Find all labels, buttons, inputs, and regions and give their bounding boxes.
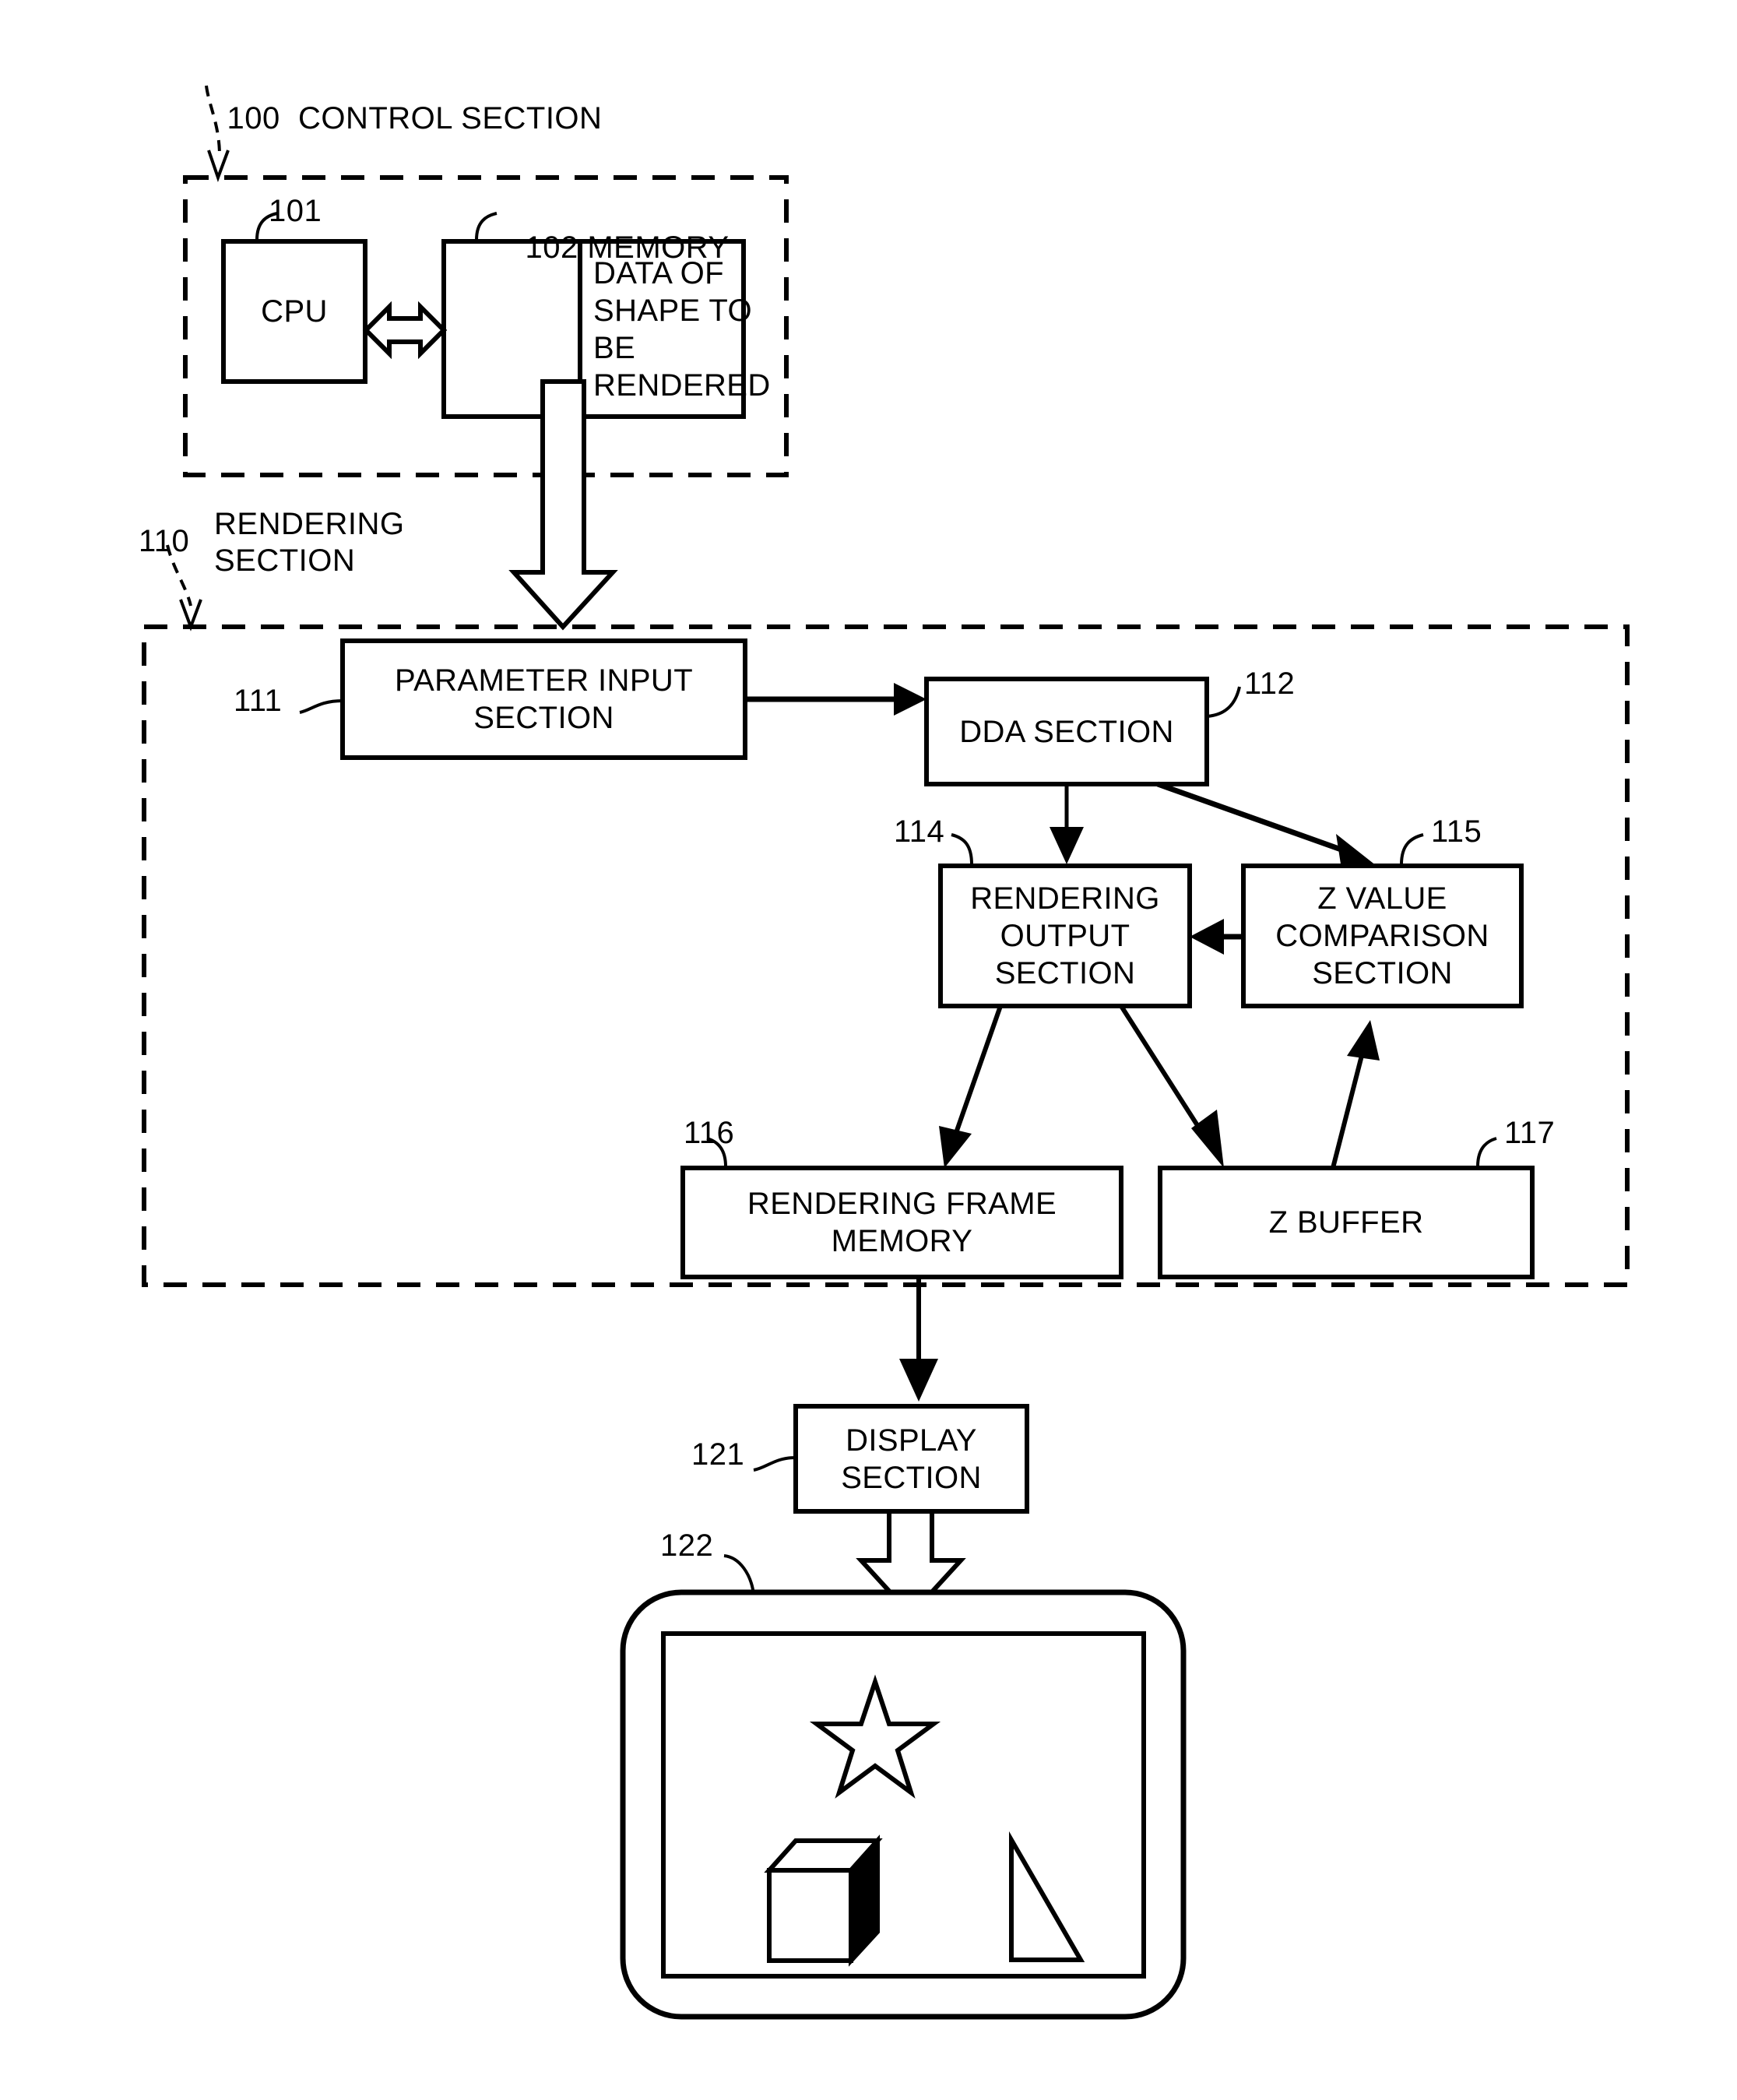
display-section-ref-number: 121 <box>691 1437 745 1472</box>
zbuffer-to-zvalue-arrowhead <box>1347 1020 1380 1061</box>
monitor-screen <box>661 1631 1146 1979</box>
z-buffer-ref-number: 117 <box>1504 1116 1556 1150</box>
dda-section-label: DDA SECTION <box>959 714 1174 749</box>
leader-line-121 <box>753 1456 796 1472</box>
rendering-frame-memory-ref-number: 116 <box>684 1116 735 1150</box>
leader-line-111 <box>299 699 343 714</box>
rendering-output-section-label: RENDERING OUTPUT SECTION <box>970 881 1160 990</box>
rendering-output-to-zbuffer-arrowhead <box>1191 1110 1224 1168</box>
parameter-input-section-label: PARAMETER INPUT SECTION <box>394 663 694 735</box>
leader-line-122 <box>723 1554 755 1595</box>
dda-ref-number: 112 <box>1244 667 1296 701</box>
cube-icon <box>764 1834 883 1967</box>
rendering-section-ref-number: 110 <box>139 524 190 558</box>
leader-line-117 <box>1476 1137 1497 1167</box>
memory-ref-number: 102 <box>525 230 578 266</box>
display-section-label: DISPLAY SECTION <box>841 1423 982 1495</box>
control-section-label: CONTROL SECTION <box>297 101 603 136</box>
zvalue-to-rendering-output-arrowhead <box>1190 919 1224 955</box>
rendering-section-label: RENDERING SECTION <box>214 507 405 579</box>
rendering-output-ref-number: 114 <box>894 814 945 849</box>
control-section-annotation: 100 CONTROL SECTION <box>191 64 602 174</box>
control-section-ref: 100 <box>227 101 280 136</box>
rendering-output-to-frame-memory-arrowhead <box>939 1126 972 1168</box>
leader-line-115 <box>1400 833 1424 865</box>
dda-to-rendering-output-arrowhead <box>1050 827 1084 864</box>
cpu-label: CPU <box>261 294 328 329</box>
monitor-ref-number: 122 <box>660 1528 714 1563</box>
parameter-to-dda-arrowhead <box>894 683 927 716</box>
zbuffer-to-zvalue-line <box>1331 1043 1367 1169</box>
z-buffer-label: Z BUFFER <box>1268 1205 1424 1240</box>
patent-figure: 100 CONTROL SECTION 101 CPU 102 MEMORY D… <box>0 0 1737 2100</box>
cpu-ref-number: 101 <box>269 194 322 228</box>
rendering-frame-memory-label: RENDERING FRAME MEMORY <box>747 1187 1057 1258</box>
memory-content-label: DATA OF SHAPE TO BE RENDERED <box>593 255 771 403</box>
parameter-input-ref-number: 111 <box>234 684 283 718</box>
leader-line-112 <box>1206 686 1241 718</box>
z-value-comparison-section-label: Z VALUE COMPARISON SECTION <box>1275 881 1489 990</box>
z-value-comparison-ref-number: 115 <box>1431 814 1482 849</box>
leader-line-114 <box>951 833 973 865</box>
rendering-output-to-frame-memory-line <box>949 1005 1003 1147</box>
dda-to-zvalue-line <box>1156 781 1358 858</box>
frame-memory-to-display-arrowhead <box>899 1359 938 1402</box>
cpu-memory-arrow-shape <box>362 301 448 360</box>
